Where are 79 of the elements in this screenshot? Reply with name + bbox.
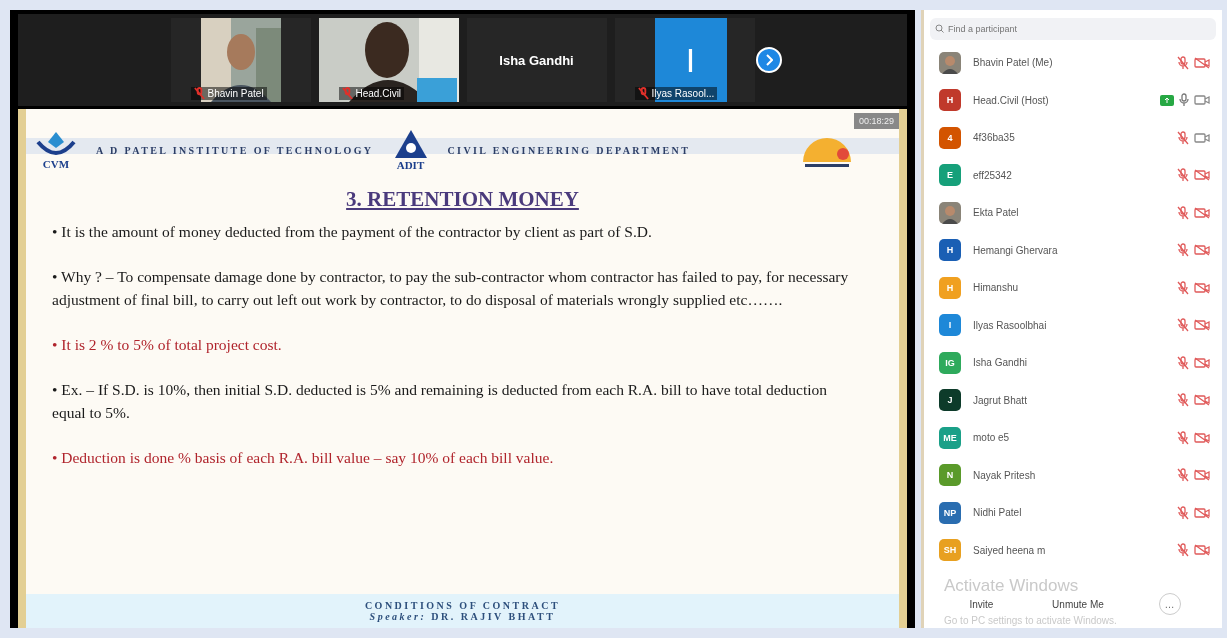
bullet-point: • Why ? – To compensate damage done by contractor, to pay the sub-contractor whom contractor has failed to pay, for necessary adjustment of final bill, to carry out left out work by contractor, to do disposal of materials wrongly supplied etc……. xyxy=(52,267,850,310)
participant-name: moto e5 xyxy=(973,432,1011,444)
participant-name: Isha Gandhi xyxy=(973,357,1028,369)
bullet-point: • It is the amount of money deducted from the payment of the contractor by client as part of S.D. xyxy=(52,222,653,242)
video-off-icon[interactable] xyxy=(1194,469,1210,482)
muted-mic-icon[interactable] xyxy=(1177,468,1189,483)
avatar: N xyxy=(939,464,961,487)
avatar: H xyxy=(939,276,961,299)
avatar: NP xyxy=(939,501,961,524)
participant-name: Ekta Patel xyxy=(973,207,1020,219)
video-off-icon[interactable] xyxy=(1194,244,1210,257)
participant-name: Nidhi Patel xyxy=(973,507,1023,519)
participant-name: Nayak Pritesh xyxy=(973,469,1037,481)
control-button[interactable]: Unmute Me xyxy=(1048,594,1108,614)
avatar: J xyxy=(939,389,961,412)
muted-mic-icon[interactable] xyxy=(1177,243,1189,258)
triangle-logo-icon xyxy=(393,129,428,159)
video-off-icon[interactable] xyxy=(1194,394,1210,407)
participant-name: Jagrut Bhatt xyxy=(973,394,1028,406)
video-off-icon[interactable] xyxy=(1194,506,1210,519)
footer-title: CONDITIONS OF CONTRACT xyxy=(364,600,561,611)
bullet-point: • Deduction is done % basis of each R.A. bill value – say 10% of each bill value. xyxy=(52,448,555,468)
video-off-icon[interactable] xyxy=(1194,206,1210,219)
avatar: E xyxy=(939,164,961,187)
avatar: IG xyxy=(939,351,961,374)
muted-mic-icon[interactable] xyxy=(1177,430,1189,445)
bullet-point: • It is 2 % to 5% of total project cost. xyxy=(52,335,283,355)
video-off-icon[interactable] xyxy=(1194,431,1210,444)
chevron-right-icon xyxy=(766,54,773,66)
participant-name: Bhavin Patel xyxy=(190,87,267,100)
participant-name: Himanshu xyxy=(973,282,1020,294)
muted-mic-icon[interactable] xyxy=(1177,505,1189,520)
muted-mic-icon[interactable] xyxy=(1177,355,1189,370)
muted-mic-icon[interactable] xyxy=(1177,205,1189,220)
slide-title: 3. RETENTION MONEY xyxy=(345,187,580,212)
participant-name: Hemangi Ghervara xyxy=(973,244,1059,256)
participant-name: Saiyed heena m xyxy=(973,544,1047,556)
department-name: CIVIL ENGINEERING DEPARTMENT xyxy=(447,144,691,156)
participant-name: Head.Civil xyxy=(338,87,405,100)
avatar: I xyxy=(939,314,961,337)
video-off-icon[interactable] xyxy=(1194,169,1210,182)
bullet-point: • Ex. – If S.D. is 10%, then initial S.D. deducted is 5% and remaining is deducted from each R.A. bill to have total deduction equal to 5%. xyxy=(52,380,829,423)
participant-name: Ilyas Rasool... xyxy=(634,87,718,100)
participant-name: Bhavin Patel (Me) xyxy=(973,57,1054,69)
next-page-button[interactable] xyxy=(756,47,782,73)
participant-name: Ilyas Rasoolbhai xyxy=(973,319,1048,331)
muted-mic-icon[interactable] xyxy=(1177,543,1189,558)
speaker-name: DR. RAJIV BHATT xyxy=(431,611,556,622)
participant-name: 4f36ba35 xyxy=(973,132,1016,144)
muted-mic-icon[interactable] xyxy=(1177,168,1189,183)
participant-name: Isha Gandhi xyxy=(499,52,574,68)
muted-mic-icon[interactable] xyxy=(1177,55,1189,70)
video-off-icon[interactable] xyxy=(1194,56,1210,69)
muted-mic-icon[interactable] xyxy=(1177,130,1189,145)
avatar: 4 xyxy=(939,126,961,149)
video-icon[interactable] xyxy=(1194,131,1210,144)
video-off-icon[interactable] xyxy=(1194,544,1210,557)
mic-icon[interactable] xyxy=(1179,93,1189,108)
muted-mic-icon[interactable] xyxy=(1177,280,1189,295)
avatar: H xyxy=(939,239,961,262)
avatar: ME xyxy=(939,426,961,449)
search-field[interactable]: Find a participant xyxy=(930,18,1216,40)
institute-name: A D PATEL INSTITUTE OF TECHNOLOGY xyxy=(96,144,374,156)
control-button[interactable]: Invite xyxy=(965,594,998,614)
video-icon[interactable] xyxy=(1194,94,1210,107)
video-off-icon[interactable] xyxy=(1194,319,1210,332)
avatar: SH xyxy=(939,539,961,562)
participant-name: Head.Civil (Host) xyxy=(973,94,1050,106)
participant-name: eff25342 xyxy=(973,169,1013,181)
speaker-label: Speaker: xyxy=(369,611,427,622)
avatar: H xyxy=(939,89,961,112)
muted-mic-icon[interactable] xyxy=(1177,393,1189,408)
timer: 00:18:29 xyxy=(853,113,899,129)
logo-text: CVM xyxy=(42,158,70,170)
muted-mic-icon[interactable] xyxy=(1177,318,1189,333)
video-off-icon[interactable] xyxy=(1194,281,1210,294)
logo-text: ADIT xyxy=(396,159,425,171)
lotus-logo-icon xyxy=(36,130,76,158)
video-off-icon[interactable] xyxy=(1194,356,1210,369)
